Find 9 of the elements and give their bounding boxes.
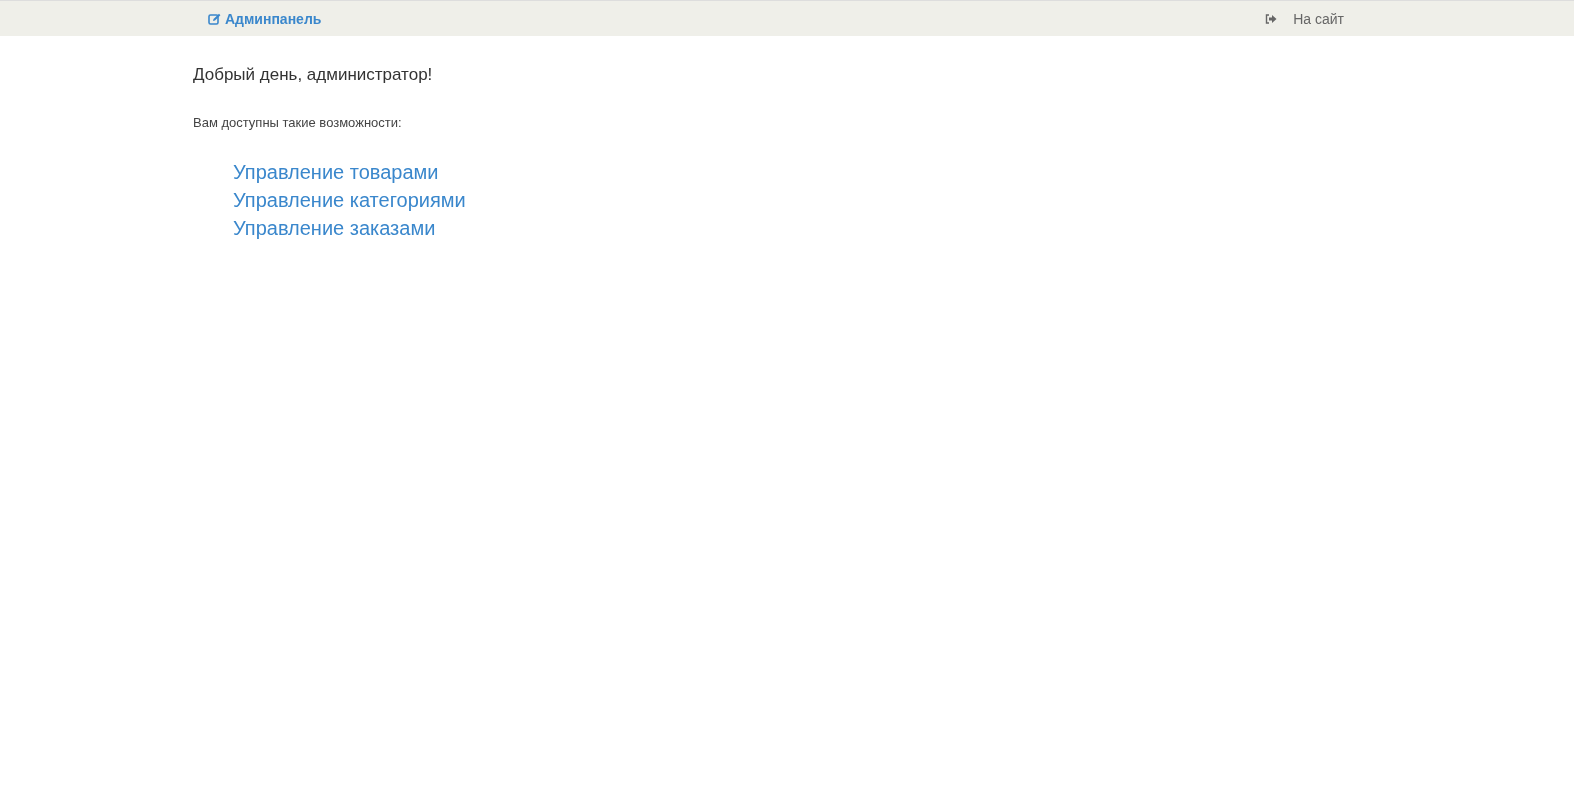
greeting-heading: Добрый день, администратор! [193,65,434,85]
management-link[interactable]: Управление товарами [233,158,439,186]
edit-icon [208,12,221,25]
to-site-link[interactable]: На сайт [1265,10,1344,27]
sign-out-icon [1265,13,1278,24]
management-link[interactable]: Управление категориями [233,186,466,214]
intro-text: Вам доступны такие возможности: [193,115,403,130]
admin-panel-link[interactable]: Админпанель [208,10,322,27]
management-link[interactable]: Управление заказами [233,214,436,242]
